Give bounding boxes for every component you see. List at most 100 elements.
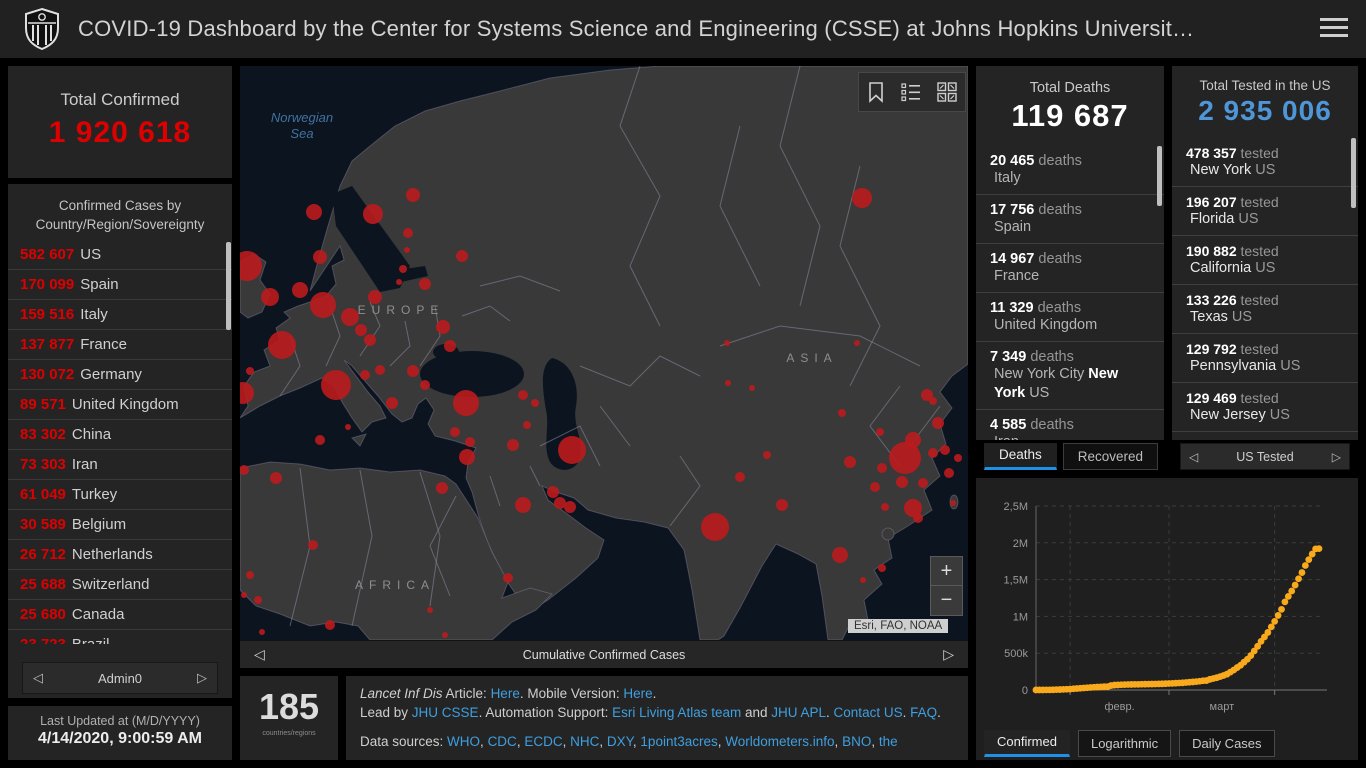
case-bubble[interactable] (860, 577, 866, 583)
case-bubble[interactable] (459, 449, 475, 465)
link[interactable]: NHC (570, 734, 599, 749)
case-bubble[interactable] (881, 503, 889, 511)
case-bubble[interactable] (763, 451, 771, 459)
confirmed-row[interactable]: 73 303Iran (8, 450, 232, 480)
case-bubble[interactable] (889, 442, 921, 474)
case-bubble[interactable] (832, 547, 848, 563)
list-item[interactable]: 129 792 testedPennsylvania US (1172, 334, 1358, 383)
link[interactable]: Worldometers.info (725, 734, 834, 749)
case-bubble[interactable] (877, 463, 887, 473)
case-bubble[interactable] (355, 324, 367, 336)
confirmed-row[interactable]: 89 571United Kingdom (8, 390, 232, 420)
case-bubble[interactable] (735, 472, 745, 482)
list-item[interactable]: 4 585 deathsIran (976, 410, 1164, 440)
case-bubble[interactable] (436, 482, 448, 494)
basemap-grid-icon[interactable] (935, 80, 959, 104)
case-bubble[interactable] (725, 380, 731, 386)
map-canvas[interactable]: Norwegian Sea EUROPE ASIA AFRICA (240, 66, 968, 640)
bookmark-icon[interactable] (865, 80, 887, 104)
case-bubble[interactable] (844, 456, 856, 468)
case-bubble[interactable] (419, 278, 431, 290)
case-bubble[interactable] (507, 439, 519, 451)
case-bubble[interactable] (870, 482, 880, 492)
confirmed-row[interactable]: 25 688Switzerland (8, 570, 232, 600)
case-bubble[interactable] (246, 367, 254, 375)
case-bubble[interactable] (407, 365, 419, 377)
case-bubble[interactable] (268, 331, 296, 359)
list-item[interactable]: 7 349 deathsNew York City New York US (976, 342, 1164, 410)
case-bubble[interactable] (928, 448, 938, 458)
case-bubble[interactable] (531, 399, 539, 407)
confirmed-row[interactable]: 170 099Spain (8, 270, 232, 300)
tab-deaths[interactable]: Deaths (984, 443, 1057, 470)
case-bubble[interactable] (876, 428, 884, 436)
case-bubble[interactable] (503, 573, 513, 583)
link[interactable]: 1point3acres (640, 734, 717, 749)
link[interactable]: BNO (842, 734, 871, 749)
case-bubble[interactable] (896, 476, 908, 488)
link[interactable]: Contact US (834, 705, 903, 720)
tab-daily-cases[interactable]: Daily Cases (1179, 730, 1274, 757)
case-bubble[interactable] (776, 499, 788, 511)
case-bubble[interactable] (360, 370, 370, 380)
scrollbar-thumb[interactable] (1157, 146, 1162, 206)
list-item[interactable]: 196 207 testedFlorida US (1172, 187, 1358, 236)
case-bubble[interactable] (838, 409, 846, 417)
link[interactable]: CDC (488, 734, 517, 749)
case-bubble[interactable] (404, 247, 410, 253)
case-bubble[interactable] (313, 250, 327, 264)
case-bubble[interactable] (325, 620, 335, 630)
case-bubble[interactable] (246, 571, 254, 579)
case-bubble[interactable] (913, 513, 923, 523)
tab-recovered[interactable]: Recovered (1063, 443, 1158, 470)
case-bubble[interactable] (427, 607, 433, 613)
case-bubble[interactable] (523, 421, 531, 429)
link[interactable]: Esri Living Atlas team (612, 705, 741, 720)
case-bubble[interactable] (854, 340, 860, 346)
link[interactable]: JHU CSSE (412, 705, 479, 720)
list-item[interactable]: 190 882 testedCalifornia US (1172, 236, 1358, 285)
case-bubble[interactable] (341, 308, 359, 326)
case-bubble[interactable] (403, 228, 413, 238)
case-bubble[interactable] (306, 204, 322, 220)
list-item[interactable]: 20 465 deathsItaly (976, 146, 1164, 195)
case-bubble[interactable] (270, 472, 282, 484)
case-bubble[interactable] (518, 390, 528, 400)
world-map[interactable]: Norwegian Sea EUROPE ASIA AFRICA (240, 66, 968, 640)
confirmed-row[interactable]: 26 712Netherlands (8, 540, 232, 570)
case-bubble[interactable] (852, 188, 872, 208)
case-bubble[interactable] (558, 436, 586, 464)
case-bubble[interactable] (929, 397, 937, 405)
case-bubble[interactable] (308, 540, 318, 550)
list-item[interactable]: 122 049 testedMassachusetts US (1172, 432, 1358, 440)
case-bubble[interactable] (241, 592, 247, 598)
case-bubble[interactable] (749, 385, 755, 391)
confirmed-row[interactable]: 30 589Belgium (8, 510, 232, 540)
pager-prev-icon[interactable]: ◁ (33, 670, 43, 686)
cumulative-cases-chart[interactable]: 0500k1M1,5M2M2,5Mфевр.март (976, 478, 1358, 726)
list-item[interactable]: 129 469 testedNew Jersey US (1172, 383, 1358, 432)
case-bubble[interactable] (932, 417, 944, 429)
tab-confirmed[interactable]: Confirmed (984, 730, 1070, 757)
case-bubble[interactable] (724, 340, 730, 346)
zoom-in-button[interactable]: + (931, 557, 962, 586)
zoom-out-button[interactable]: − (931, 586, 962, 615)
confirmed-row[interactable]: 159 516Italy (8, 300, 232, 330)
case-bubble[interactable] (954, 454, 962, 462)
case-bubble[interactable] (368, 290, 382, 304)
case-bubble[interactable] (315, 435, 325, 445)
case-bubble[interactable] (259, 629, 265, 635)
case-bubble[interactable] (940, 445, 950, 455)
list-item[interactable]: 11 329 deathsUnited Kingdom (976, 293, 1164, 342)
case-bubble[interactable] (261, 288, 279, 306)
layer-next-icon[interactable]: ▷ (943, 646, 954, 663)
case-bubble[interactable] (465, 437, 475, 447)
menu-icon[interactable] (1320, 18, 1348, 40)
link[interactable]: ECDC (524, 734, 562, 749)
case-bubble[interactable] (918, 478, 928, 488)
confirmed-row[interactable]: 25 680Canada (8, 600, 232, 630)
pager-next-icon[interactable]: ▷ (197, 670, 207, 686)
case-bubble[interactable] (944, 468, 954, 478)
case-bubble[interactable] (547, 486, 559, 498)
case-bubble[interactable] (950, 500, 956, 506)
